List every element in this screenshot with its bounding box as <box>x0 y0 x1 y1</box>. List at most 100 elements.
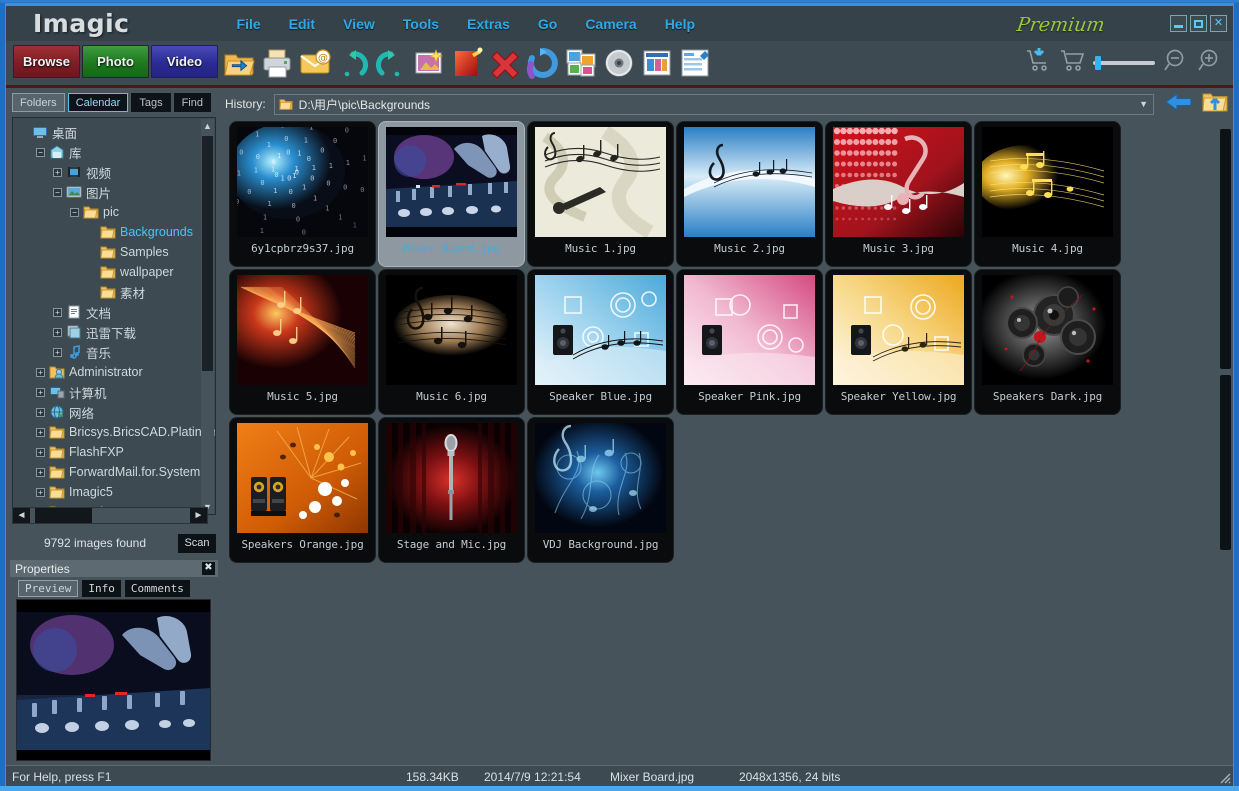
maximize-button[interactable] <box>1190 15 1207 32</box>
tree-item-[interactable]: − 库 <box>19 142 215 162</box>
tree-item-imagic5[interactable]: + Imagic5 <box>19 482 215 502</box>
tree-scrollbar[interactable]: ▲ ▼ <box>201 119 214 514</box>
thumbnail-item[interactable]: Speaker Blue.jpg <box>528 270 673 414</box>
tree-item-[interactable]: + 网络 <box>19 402 215 422</box>
folder-tree-panel[interactable]: 桌面 − 库 + 视频 − 图片 − pic Backgrounds Samples wallpape… <box>12 117 216 515</box>
tree-expand-icon[interactable]: + <box>53 307 62 317</box>
menu-help[interactable]: Help <box>651 13 709 35</box>
tree-expand-icon[interactable]: + <box>53 327 62 337</box>
grid-scrollbar-thumb-2[interactable] <box>1220 375 1231 550</box>
tree-expand-icon[interactable]: + <box>36 467 45 477</box>
sidebar-tab-calendar[interactable]: Calendar <box>67 93 129 112</box>
magic-enhance-icon[interactable] <box>412 46 446 80</box>
properties-tab-info[interactable]: Info <box>82 580 121 597</box>
tree-item-[interactable]: + 视频 <box>19 162 215 182</box>
tree-item-flashfxp[interactable]: + FlashFXP <box>19 442 215 462</box>
redo-icon[interactable] <box>374 46 408 80</box>
thumbnail-item[interactable]: Speakers Orange.jpg <box>230 418 375 562</box>
sidebar-tab-folders[interactable]: Folders <box>12 93 65 112</box>
hscroll-right-arrow[interactable]: ► <box>190 508 207 523</box>
batch-list-icon[interactable] <box>678 46 712 80</box>
sidebar-tab-tags[interactable]: Tags <box>131 93 171 112</box>
tree-hscrollbar[interactable]: ◄ ► <box>12 507 208 524</box>
tree-expand-icon[interactable]: + <box>36 367 45 377</box>
hscroll-left-arrow[interactable]: ◄ <box>13 508 30 523</box>
mode-tab-video[interactable]: Video <box>151 45 218 78</box>
thumbnail-item[interactable]: Music 4.jpg <box>975 122 1120 266</box>
menu-tools[interactable]: Tools <box>389 13 453 35</box>
burn-disc-icon[interactable] <box>602 46 636 80</box>
tree-item-bricsys-bricscad-platinum[interactable]: + Bricsys.BricsCAD.Platinum <box>19 422 215 442</box>
contact-sheet-icon[interactable] <box>640 46 674 80</box>
tree-item-samples[interactable]: Samples <box>19 242 215 262</box>
tree-collapse-icon[interactable]: − <box>70 207 79 217</box>
thumbnail-item[interactable]: 1010101010101010101010101010101010101010… <box>230 122 375 266</box>
thumbnail-item[interactable]: Music 6.jpg <box>379 270 524 414</box>
thumbnail-grid[interactable]: 1010101010101010101010101010101010101010… <box>225 117 1228 765</box>
cart-icon[interactable] <box>1059 47 1085 78</box>
tree-item-administrator[interactable]: + Administrator <box>19 362 215 382</box>
tree-item-[interactable]: 素材 <box>19 282 215 302</box>
grid-scrollbar[interactable] <box>1219 117 1232 765</box>
resize-grip[interactable] <box>1217 770 1231 784</box>
hscroll-thumb[interactable] <box>35 508 92 523</box>
menu-edit[interactable]: Edit <box>275 13 329 35</box>
tree-item-[interactable]: + 文档 <box>19 302 215 322</box>
tree-item-[interactable]: − 图片 <box>19 182 215 202</box>
mode-tab-photo[interactable]: Photo <box>82 45 149 78</box>
undo-icon[interactable] <box>336 46 370 80</box>
zoom-in-icon[interactable] <box>1197 47 1223 78</box>
tree-item-forwardmail-for-system[interactable]: + ForwardMail.for.System. <box>19 462 215 482</box>
chevron-down-icon[interactable]: ▼ <box>1139 99 1148 109</box>
tree-item-wallpaper[interactable]: wallpaper <box>19 262 215 282</box>
print-icon[interactable] <box>260 46 294 80</box>
thumbnail-item[interactable]: Music 1.jpg <box>528 122 673 266</box>
thumbnail-item[interactable]: Music 5.jpg <box>230 270 375 414</box>
menu-extras[interactable]: Extras <box>453 13 524 35</box>
back-arrow-icon[interactable] <box>1164 92 1194 117</box>
thumbnail-item[interactable]: Speaker Yellow.jpg <box>826 270 971 414</box>
thumbnail-item[interactable]: VDJ Background.jpg <box>528 418 673 562</box>
properties-tab-preview[interactable]: Preview <box>18 580 79 597</box>
close-icon[interactable]: ✖ <box>202 562 215 575</box>
tree-item-backgrounds[interactable]: Backgrounds <box>19 222 215 242</box>
thumbnail-item[interactable]: Stage and Mic.jpg <box>379 418 524 562</box>
minimize-button[interactable] <box>1170 15 1187 32</box>
tree-expand-icon[interactable]: + <box>36 487 45 497</box>
mode-tab-browse[interactable]: Browse <box>13 45 80 78</box>
scan-button[interactable]: Scan <box>178 533 216 553</box>
tree-item-pic[interactable]: − pic <box>19 202 215 222</box>
refresh-icon[interactable] <box>526 46 560 80</box>
zoom-slider-handle[interactable] <box>1095 55 1101 70</box>
open-folder-icon[interactable] <box>222 46 256 80</box>
tree-expand-icon[interactable]: + <box>36 447 45 457</box>
properties-tab-comments[interactable]: Comments <box>124 580 190 597</box>
menu-camera[interactable]: Camera <box>571 13 650 35</box>
tree-collapse-icon[interactable]: − <box>36 147 45 157</box>
thumbnail-item[interactable]: Speakers Dark.jpg <box>975 270 1120 414</box>
scroll-up-arrow[interactable]: ▲ <box>201 119 214 134</box>
tree-item-[interactable]: + 迅雷下载 <box>19 322 215 342</box>
tree-scrollbar-thumb[interactable] <box>202 136 213 371</box>
tree-item-[interactable]: 桌面 <box>19 122 215 142</box>
history-combobox[interactable]: D:\用户\pic\Backgrounds ▼ <box>273 93 1154 115</box>
tree-item-[interactable]: + 计算机 <box>19 382 215 402</box>
zoom-out-icon[interactable] <box>1163 47 1189 78</box>
tree-expand-icon[interactable]: + <box>36 387 45 397</box>
close-button[interactable]: ✕ <box>1210 15 1227 32</box>
tree-item-[interactable]: + 音乐 <box>19 342 215 362</box>
folder-up-icon[interactable] <box>1202 91 1228 118</box>
grid-scrollbar-thumb-1[interactable] <box>1220 129 1231 369</box>
tree-expand-icon[interactable]: + <box>53 347 62 357</box>
tree-expand-icon[interactable]: + <box>36 407 45 417</box>
menu-go[interactable]: Go <box>524 13 571 35</box>
slideshow-icon[interactable] <box>450 46 484 80</box>
zoom-slider[interactable] <box>1093 53 1155 73</box>
email-icon[interactable]: @ <box>298 46 332 80</box>
download-cart-icon[interactable] <box>1025 47 1051 78</box>
tree-collapse-icon[interactable]: − <box>53 187 62 197</box>
collage-icon[interactable] <box>564 46 598 80</box>
thumbnail-item[interactable]: Speaker Pink.jpg <box>677 270 822 414</box>
tree-expand-icon[interactable]: + <box>36 427 45 437</box>
thumbnail-item[interactable]: Music 3.jpg <box>826 122 971 266</box>
